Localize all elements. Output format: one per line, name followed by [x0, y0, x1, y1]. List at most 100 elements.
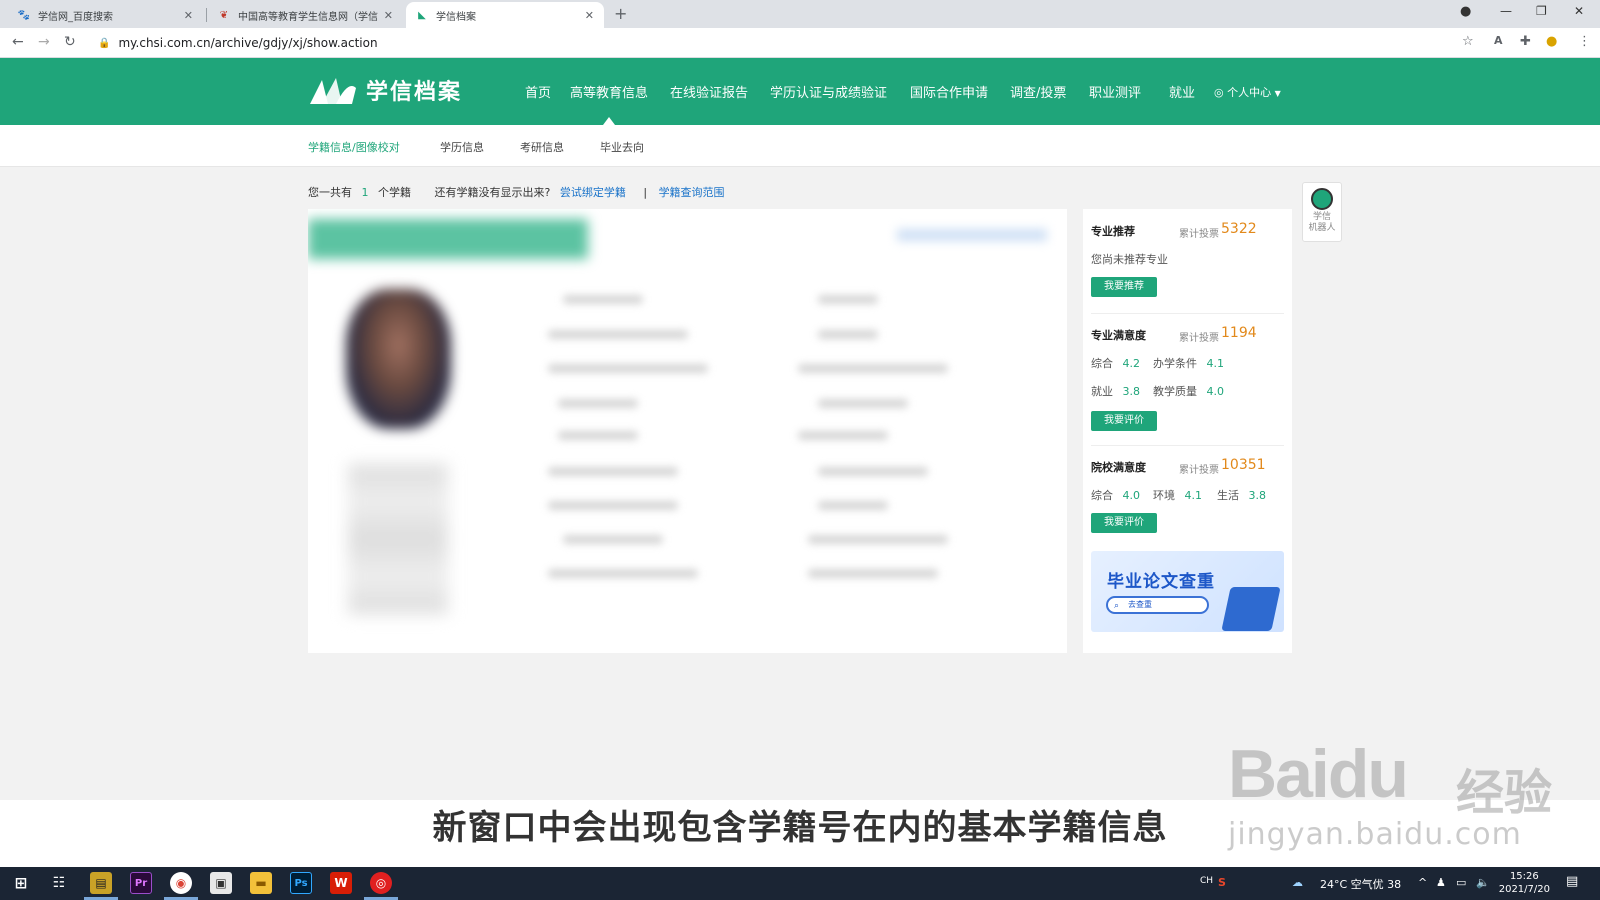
netease-music-icon[interactable]: ◎	[370, 872, 392, 894]
rate-major-button[interactable]: 我要评价	[1091, 411, 1157, 431]
photoshop-app-icon[interactable]: Ps	[290, 872, 312, 894]
baidu-jingyan-watermark: Baidu 经验 jingyan.baidu.com	[1228, 735, 1552, 852]
system-clock[interactable]: 15:26 2021/7/20	[1499, 870, 1550, 896]
query-scope-link[interactable]: 学籍查询范围	[659, 186, 725, 199]
blurred-field	[818, 295, 878, 304]
no-recommend-text: 您尚未推荐专业	[1091, 253, 1168, 266]
count-suffix: 个学籍	[378, 186, 411, 199]
volume-icon[interactable]: 🔈	[1476, 876, 1490, 889]
nav-higher-education[interactable]: 高等教育信息	[570, 82, 648, 101]
recommend-button[interactable]: 我要推荐	[1091, 277, 1157, 297]
sub-nav: 学籍信息/图像校对 学历信息 考研信息 毕业去向	[0, 125, 1600, 167]
nav-online-verification[interactable]: 在线验证报告	[670, 82, 748, 101]
metric-label: 办学条件	[1153, 357, 1197, 370]
watermark-cn: 经验	[1456, 765, 1553, 821]
site-header: 学信档案 首页 高等教育信息 在线验证报告 学历认证与成绩验证 国际合作申请 调…	[0, 58, 1600, 125]
clock-time: 15:26	[1509, 871, 1539, 882]
plagiarism-check-banner[interactable]: 毕业论文查重 ⌕ 去查重	[1091, 551, 1284, 632]
metric-overall: 综合 4.0	[1091, 487, 1140, 503]
subnav-enrollment-info[interactable]: 学籍信息/图像校对	[308, 139, 400, 155]
nav-home[interactable]: 首页	[525, 82, 551, 101]
enrollment-record-card	[308, 209, 1067, 653]
subnav-degree-info[interactable]: 学历信息	[440, 139, 484, 155]
chrome-app-icon[interactable]: ◉	[170, 872, 192, 894]
forward-arrow-icon[interactable]: →	[38, 34, 50, 50]
section-title: 专业推荐	[1091, 225, 1135, 238]
major-recommend-section: 专业推荐 累计投票 5322 您尚未推荐专业 我要推荐	[1091, 221, 1284, 303]
restore-button[interactable]: ❐	[1536, 4, 1547, 18]
blurred-field	[563, 295, 643, 304]
check-now-button[interactable]: ⌕ 去查重	[1106, 596, 1209, 614]
user-circle-icon: ◎	[1214, 86, 1224, 99]
back-arrow-icon[interactable]: ←	[12, 34, 24, 50]
profile-avatar-icon[interactable]: ●	[1546, 34, 1557, 49]
close-window-button[interactable]: ✕	[1574, 4, 1584, 18]
blurred-photo-column	[348, 464, 448, 614]
task-view-icon[interactable]: ☷	[48, 872, 70, 894]
vote-count-label: 累计投票	[1179, 465, 1219, 476]
tray-chevron-icon[interactable]: ^	[1418, 876, 1427, 889]
robot-label-line2: 机器人	[1308, 223, 1336, 233]
profile-circle-icon[interactable]: ●	[1460, 4, 1471, 19]
nav-employment[interactable]: 就业	[1169, 82, 1195, 101]
input-language[interactable]: CH	[1200, 876, 1213, 886]
tab-xuexin-archive[interactable]: ◣ 学信档案 ✕	[406, 2, 604, 28]
close-icon[interactable]: ✕	[184, 9, 193, 22]
nav-career-test[interactable]: 职业测评	[1089, 82, 1141, 101]
close-icon[interactable]: ✕	[384, 9, 393, 22]
bind-enrollment-link[interactable]: 尝试绑定学籍	[560, 186, 626, 199]
file-explorer-icon[interactable]: ▬	[250, 872, 272, 894]
blurred-field	[798, 431, 888, 440]
browser-menu-icon[interactable]: ⋮	[1578, 34, 1591, 49]
missing-question: 还有学籍没有显示出来?	[434, 186, 551, 199]
tab-chsi[interactable]: ❦ 中国高等教育学生信息网（学信 ✕	[208, 2, 403, 28]
banner-title: 毕业论文查重	[1107, 572, 1215, 592]
blurred-field	[818, 330, 878, 339]
reload-icon[interactable]: ↻	[64, 34, 76, 50]
tab-title: 学信档案	[436, 11, 476, 23]
rate-school-button[interactable]: 我要评价	[1091, 513, 1157, 533]
blurred-header-link	[897, 229, 1047, 241]
subnav-postgrad-exam[interactable]: 考研信息	[520, 139, 564, 155]
metric-environment: 环境 4.1	[1153, 487, 1202, 503]
sogou-ime-icon[interactable]: S	[1218, 876, 1226, 889]
enrollment-count-line: 您一共有 1 个学籍 还有学籍没有显示出来? 尝试绑定学籍 | 学籍查询范围	[308, 184, 731, 200]
metric-value: 3.8	[1248, 489, 1267, 502]
notification-center-icon[interactable]: ▤	[1566, 874, 1578, 889]
clapperboard-app-icon[interactable]: ▤	[90, 872, 112, 894]
metric-label: 综合	[1091, 489, 1113, 502]
metric-overall: 综合 4.2	[1091, 355, 1140, 371]
tab-title: 中国高等教育学生信息网（学信	[238, 11, 378, 23]
translate-extension-icon[interactable]: A	[1494, 34, 1503, 47]
url-omnibox[interactable]: 🔒 my.chsi.com.cn/archive/gdjy/xj/show.ac…	[92, 31, 1492, 55]
new-tab-button[interactable]: +	[614, 4, 627, 23]
nav-personal-center[interactable]: ◎ 个人中心 ▼	[1214, 84, 1281, 100]
qq-tray-icon[interactable]: ♟	[1436, 876, 1446, 889]
xuexin-robot-button[interactable]: 学信 机器人	[1302, 182, 1342, 242]
metric-value: 4.1	[1206, 357, 1225, 370]
windows-start-icon[interactable]: ⊞	[10, 872, 32, 894]
weather-text[interactable]: 24°C 空气优 38	[1320, 876, 1401, 892]
bookmark-star-icon[interactable]: ☆	[1462, 34, 1474, 49]
rating-side-panel: 专业推荐 累计投票 5322 您尚未推荐专业 我要推荐 专业满意度 累计投票 1…	[1083, 209, 1292, 653]
extensions-puzzle-icon[interactable]: ✚	[1520, 34, 1531, 49]
metric-teaching: 教学质量 4.0	[1153, 383, 1224, 399]
tab-baidu-search[interactable]: 🐾 学信网_百度搜索 ✕	[8, 2, 203, 28]
blurred-field	[548, 569, 698, 578]
nav-survey[interactable]: 调查/投票	[1010, 82, 1066, 101]
subnav-graduate-destination[interactable]: 毕业去向	[600, 139, 644, 155]
blurred-field	[548, 467, 678, 476]
image-viewer-app-icon[interactable]: ▣	[210, 872, 232, 894]
wps-app-icon[interactable]: W	[330, 872, 352, 894]
nav-international[interactable]: 国际合作申请	[910, 82, 988, 101]
minimize-button[interactable]: —	[1500, 4, 1512, 18]
premiere-app-icon[interactable]: Pr	[130, 872, 152, 894]
close-icon[interactable]: ✕	[585, 9, 594, 22]
metric-label: 生活	[1217, 489, 1239, 502]
robot-label-line1: 学信	[1312, 212, 1331, 222]
address-bar-row: ← → ↻ 🔒 my.chsi.com.cn/archive/gdjy/xj/s…	[0, 28, 1600, 58]
network-icon[interactable]: ▭	[1456, 876, 1466, 889]
metric-employment: 就业 3.8	[1091, 383, 1140, 399]
robot-icon	[1311, 188, 1333, 210]
nav-degree-certification[interactable]: 学历认证与成绩验证	[770, 82, 887, 101]
